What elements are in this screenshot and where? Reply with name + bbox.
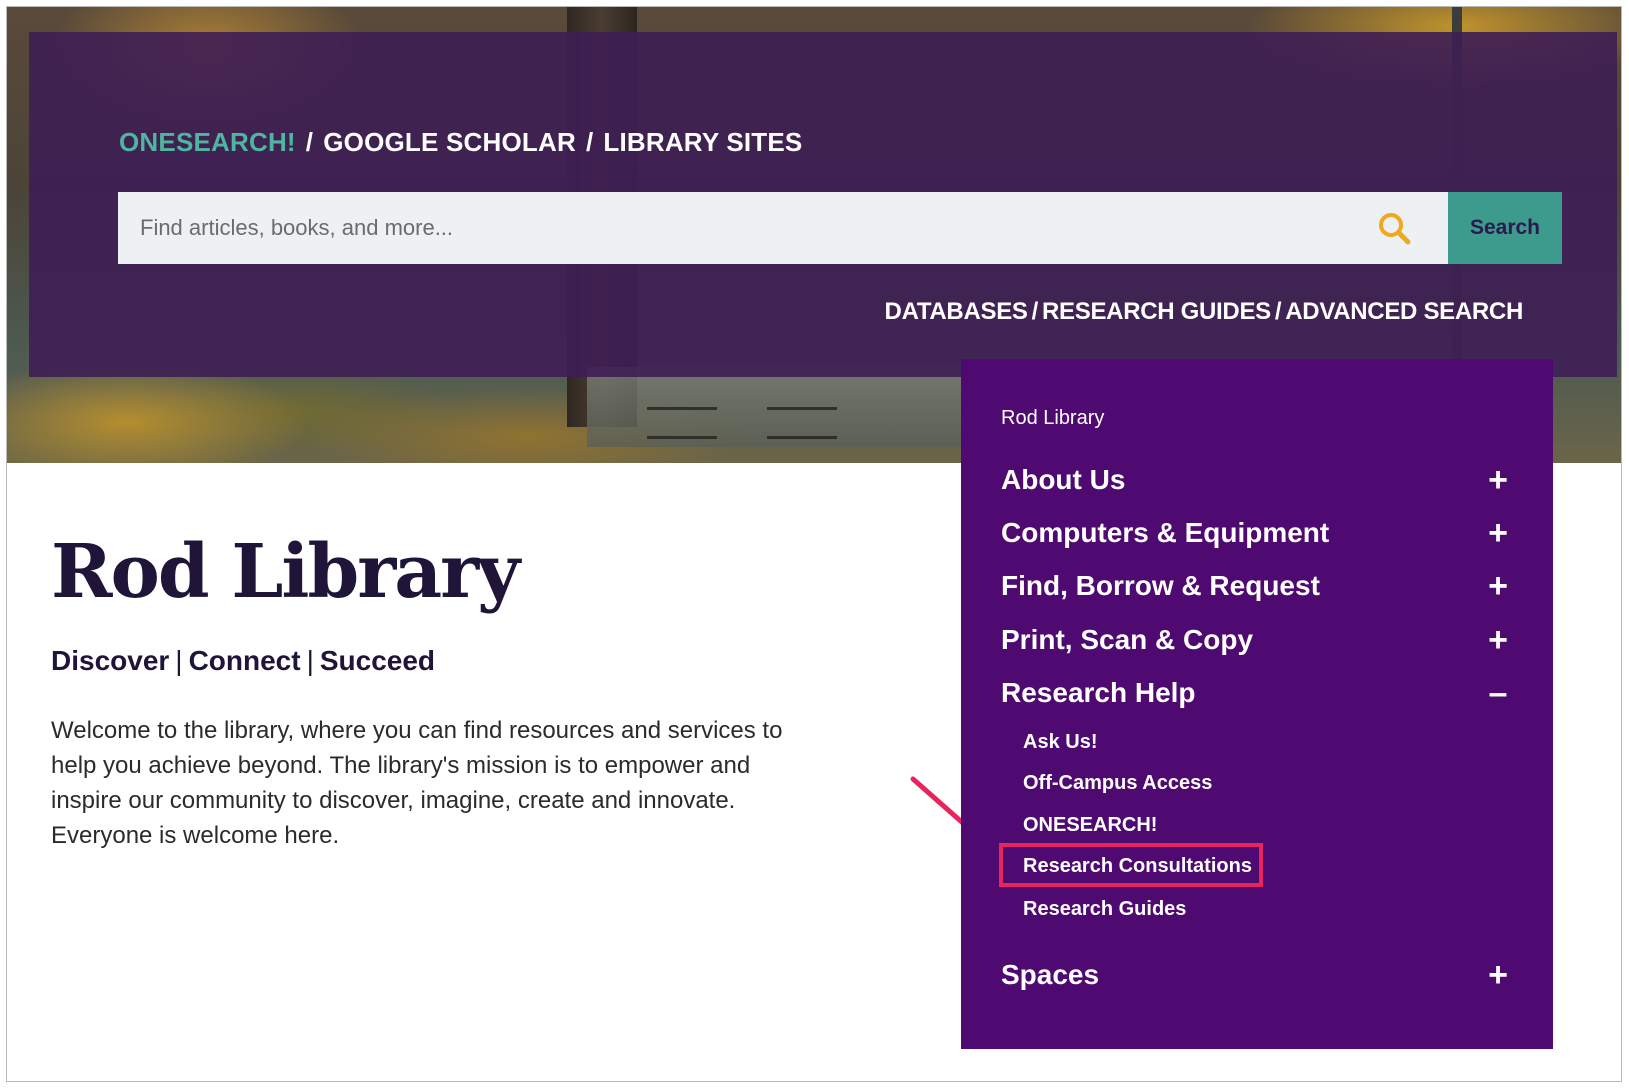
menu-item-about-us[interactable]: About Us + [1001, 460, 1513, 500]
tagline-separator: | [175, 645, 183, 676]
menu-item-label: Research Help [1001, 677, 1196, 708]
link-advanced-search[interactable]: ADVANCED SEARCH [1285, 298, 1523, 325]
hero-bench [647, 407, 717, 439]
crumb-library-sites[interactable]: LIBRARY SITES [603, 127, 802, 157]
search-icon[interactable] [1376, 210, 1412, 246]
crumb-onesearch[interactable]: ONESEARCH! [119, 127, 296, 157]
menu-item-label: About Us [1001, 464, 1126, 495]
link-separator: / [1274, 298, 1282, 325]
submenu-item-ask-us[interactable]: Ask Us! [1023, 731, 1097, 754]
menu-item-label: Computers & Equipment [1001, 517, 1330, 548]
crumb-separator: / [585, 127, 594, 157]
menu-item-spaces[interactable]: Spaces + [1001, 955, 1513, 995]
expand-plus-icon[interactable]: + [1483, 623, 1513, 657]
submenu-item-onesearch[interactable]: ONESEARCH! [1023, 814, 1157, 837]
tagline: Discover | Connect | Succeed [51, 645, 435, 677]
menu-item-label: Spaces [1001, 959, 1100, 990]
crumb-google-scholar[interactable]: GOOGLE SCHOLAR [323, 127, 576, 157]
side-menu: Rod Library About Us + Computers & Equip… [961, 359, 1553, 1049]
link-separator: / [1031, 298, 1039, 325]
menu-item-find-borrow-request[interactable]: Find, Borrow & Request + [1001, 566, 1513, 606]
link-research-guides[interactable]: RESEARCH GUIDES [1042, 298, 1271, 325]
link-databases[interactable]: DATABASES [885, 298, 1028, 325]
crumb-separator: / [305, 127, 314, 157]
tagline-succeed: Succeed [319, 645, 436, 676]
page-frame: ONESEARCH! / GOOGLE SCHOLAR / LIBRARY SITES … [6, 6, 1622, 1082]
submenu-item-research-consultations[interactable]: Research Consultations [1023, 855, 1252, 878]
quick-links: DATABASES / RESEARCH GUIDES / ADVANCED SEARC… [885, 298, 1524, 326]
menu-heading[interactable]: Rod Library [1001, 407, 1104, 430]
expand-plus-icon[interactable]: + [1483, 958, 1513, 992]
menu-item-label: Print, Scan & Copy [1001, 624, 1254, 655]
breadcrumb: ONESEARCH! / GOOGLE SCHOLAR / LIBRARY SITES [119, 127, 802, 158]
collapse-minus-icon[interactable]: – [1483, 676, 1513, 710]
expand-plus-icon[interactable]: + [1483, 463, 1513, 497]
menu-item-research-help[interactable]: Research Help – [1001, 673, 1513, 713]
search-bar: Search [118, 192, 1562, 264]
search-input[interactable] [118, 192, 1448, 264]
menu-item-label: Find, Borrow & Request [1001, 570, 1320, 601]
expand-plus-icon[interactable]: + [1483, 516, 1513, 550]
expand-plus-icon[interactable]: + [1483, 569, 1513, 603]
tagline-connect: Connect [188, 645, 301, 676]
hero-bench [767, 407, 837, 439]
menu-item-computers-equipment[interactable]: Computers & Equipment + [1001, 513, 1513, 553]
page-title: Rod Library [51, 529, 520, 615]
menu-item-print-scan-copy[interactable]: Print, Scan & Copy + [1001, 620, 1513, 660]
submenu-item-off-campus-access[interactable]: Off-Campus Access [1023, 772, 1212, 795]
submenu-item-research-guides[interactable]: Research Guides [1023, 898, 1186, 921]
search-overlay: ONESEARCH! / GOOGLE SCHOLAR / LIBRARY SITES … [29, 32, 1617, 377]
search-button[interactable]: Search [1448, 192, 1562, 264]
welcome-text: Welcome to the library, where you can fi… [51, 717, 783, 849]
tagline-separator: | [306, 645, 314, 676]
tagline-discover: Discover [51, 645, 170, 676]
